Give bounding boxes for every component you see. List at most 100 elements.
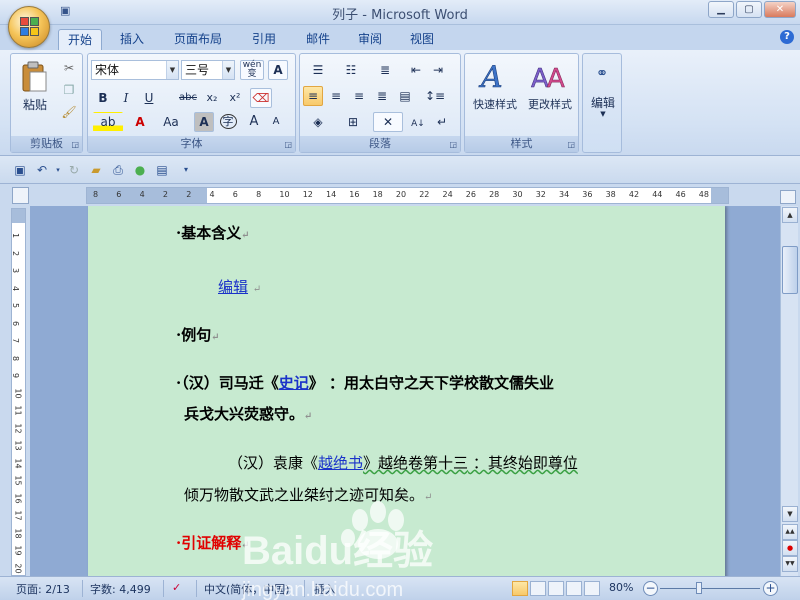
find-button[interactable]: ⚭ (587, 58, 617, 88)
horizontal-ruler[interactable]: 8 6 4 2 2 4 6 8 10 12 14 16 18 20 22 24 26 28 30 32 34 36 38 42… (86, 187, 729, 204)
align-right-button[interactable]: ≡ (349, 86, 369, 106)
chevron-down-icon[interactable]: ▼ (222, 61, 234, 79)
line-spacing-button[interactable]: ↕≡ (420, 86, 450, 106)
shrink-font-button[interactable]: A (266, 112, 286, 132)
change-case-button[interactable]: Aa (158, 112, 184, 132)
example-yuejueshu-line1[interactable]: （汉）袁康《越绝书》越绝卷第十三 ：其终始即尊位 (228, 452, 578, 473)
outline-view-button[interactable] (566, 581, 582, 596)
increase-indent-button[interactable]: ⇥ (428, 60, 448, 80)
vertical-scrollbar[interactable]: ▲ ▼ ▲▲ ● ▼▼ (780, 206, 798, 576)
scroll-down-button[interactable]: ▼ (782, 506, 798, 522)
word-count[interactable]: 字数: 4,499 (90, 581, 151, 597)
document-page[interactable]: ·基本含义↵ 编辑 ↵ ·例句↵ ·（汉）司马迁《史记》 ：用太白守之天下学校散… (88, 206, 725, 576)
print-preview-icon[interactable]: ⎙ (110, 162, 126, 178)
align-left-button[interactable]: ≡ (303, 86, 323, 106)
proofing-icon[interactable]: ✓ (172, 581, 181, 594)
char-shading-button[interactable]: A (194, 112, 214, 132)
zoom-slider-track[interactable] (660, 588, 760, 589)
italic-button[interactable]: I (116, 88, 136, 108)
web-layout-button[interactable] (548, 581, 564, 596)
clipboard-launcher-icon[interactable]: ◲ (71, 140, 79, 149)
scroll-thumb[interactable] (782, 246, 798, 294)
decrease-indent-button[interactable]: ⇤ (406, 60, 426, 80)
maximize-button[interactable]: ▢ (736, 1, 762, 18)
heading-citation[interactable]: ·引证解释↵ (176, 532, 250, 553)
grow-font-button[interactable]: A (244, 112, 264, 132)
spellcheck-icon[interactable]: ● (132, 162, 148, 178)
zoom-slider-thumb[interactable] (696, 582, 702, 594)
chinese-layout-button[interactable]: ✕ (373, 112, 403, 132)
tab-page-layout[interactable]: 页面布局 (166, 29, 230, 50)
close-button[interactable]: ✕ (764, 1, 796, 18)
undo-icon[interactable]: ↶ (34, 162, 50, 178)
document-area[interactable]: ·基本含义↵ 编辑 ↵ ·例句↵ ·（汉）司马迁《史记》 ：用太白守之天下学校散… (30, 206, 780, 576)
clear-format-button[interactable]: ⌫ (250, 88, 272, 108)
edit-link[interactable]: 编辑 (218, 278, 248, 296)
tab-home[interactable]: 开始 (58, 29, 102, 50)
bold-button[interactable]: B (93, 88, 113, 108)
underline-button[interactable]: U (139, 88, 159, 108)
superscript-button[interactable]: x² (225, 88, 245, 108)
chevron-down-icon[interactable]: ▼ (166, 61, 178, 79)
tab-references[interactable]: 引用 (244, 29, 284, 50)
print-icon[interactable]: ▤ (154, 162, 170, 178)
next-page-button[interactable]: ▼▼ (782, 556, 798, 572)
tab-review[interactable]: 审阅 (350, 29, 390, 50)
browse-object-button[interactable]: ● (782, 540, 798, 556)
heading-example[interactable]: ·例句↵ (176, 324, 220, 345)
zoom-out-button[interactable]: − (643, 581, 658, 596)
subscript-button[interactable]: x₂ (202, 88, 222, 108)
redo-icon[interactable]: ↻ (66, 162, 82, 178)
phonetic-guide-button[interactable]: wén 变 (240, 60, 264, 80)
justify-button[interactable]: ≣ (372, 86, 392, 106)
open-folder-icon[interactable]: ▰ (88, 162, 104, 178)
numbering-button[interactable]: ☷ (336, 60, 366, 80)
paragraph-launcher-icon[interactable]: ◲ (449, 140, 457, 149)
font-color-button[interactable]: A (128, 112, 152, 132)
font-size-combo[interactable]: 三号 ▼ (181, 60, 235, 80)
zoom-level[interactable]: 80% (609, 581, 633, 594)
styles-launcher-icon[interactable]: ◲ (567, 140, 575, 149)
font-name-combo[interactable]: 宋体 ▼ (91, 60, 179, 80)
customize-qat-icon[interactable]: ▾ (178, 162, 194, 178)
shading-button[interactable]: ◈ (303, 112, 333, 132)
tab-insert[interactable]: 插入 (112, 29, 152, 50)
vertical-ruler[interactable]: 1 2 3 4 5 6 7 8 9 10 11 12 13 14 15 16 17 18 19 20 (11, 208, 26, 576)
tab-view[interactable]: 视图 (402, 29, 442, 50)
sort-button[interactable]: A↓ (408, 112, 428, 132)
format-painter-button[interactable]: 🖌 (59, 102, 79, 122)
example-shiji-line2[interactable]: 兵戈大兴荧惑守。↵ (184, 403, 312, 424)
undo-dropdown-icon[interactable]: ▾ (50, 162, 66, 178)
full-screen-reading-button[interactable] (530, 581, 546, 596)
insert-mode[interactable]: 插入 (314, 581, 336, 597)
zoom-in-button[interactable]: + (763, 581, 778, 596)
highlight-button[interactable]: ab (93, 112, 123, 132)
strikethrough-button[interactable]: abc (176, 88, 200, 108)
shiji-link[interactable]: 史记 (279, 374, 309, 392)
draft-view-button[interactable] (584, 581, 600, 596)
bullets-button[interactable]: ☰ (303, 60, 333, 80)
yuejueshu-link[interactable]: 越绝书 (318, 454, 363, 472)
example-shiji-line1[interactable]: ·（汉）司马迁《史记》 ：用太白守之天下学校散文儒失业 (176, 372, 554, 393)
office-button[interactable] (8, 6, 50, 48)
editing-label[interactable]: 编辑 (583, 94, 623, 111)
scroll-up-button[interactable]: ▲ (782, 207, 798, 223)
help-icon[interactable]: ? (780, 30, 794, 44)
borders-button[interactable]: ⊞ (338, 112, 368, 132)
char-border-button[interactable]: A (268, 60, 288, 80)
prev-page-button[interactable]: ▲▲ (782, 524, 798, 540)
save-icon-mini[interactable]: ▣ (60, 4, 70, 17)
example-yuejueshu-line2[interactable]: 倾万物散文武之业桀纣之迹可知矣。↵ (184, 484, 432, 505)
print-layout-view-button[interactable] (512, 581, 528, 596)
copy-button[interactable]: ❐ (59, 80, 79, 100)
show-marks-button[interactable]: ↵ (432, 112, 452, 132)
save-icon[interactable]: ▣ (12, 162, 28, 178)
tab-mailings[interactable]: 邮件 (298, 29, 338, 50)
view-ruler-button[interactable] (780, 190, 796, 204)
enclose-char-button[interactable]: 字 (218, 112, 238, 132)
minimize-button[interactable]: ▁ (708, 1, 734, 18)
chevron-down-icon[interactable]: ▼ (583, 110, 623, 118)
font-launcher-icon[interactable]: ◲ (284, 140, 292, 149)
page-indicator[interactable]: 页面: 2/13 (16, 581, 70, 597)
heading-basic-meaning[interactable]: ·基本含义↵ (176, 222, 250, 243)
